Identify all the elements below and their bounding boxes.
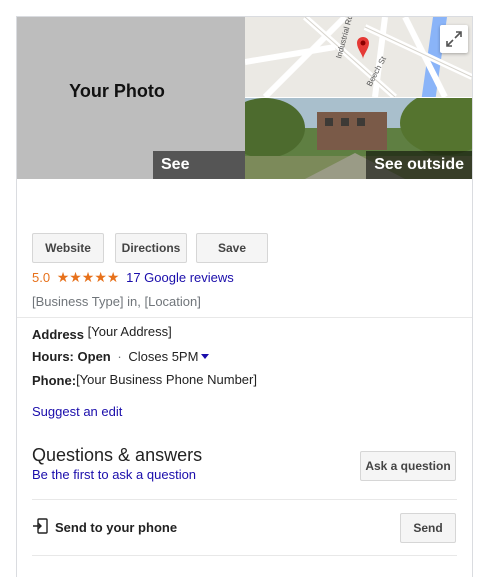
street-view-thumbnail[interactable]: See outside [245,98,472,179]
rating-score: 5.0 [32,270,51,285]
phone-value: [Your Business Phone Number] [76,372,257,387]
photo-placeholder-label: Your Photo [69,81,165,101]
phone-row: Phone:[Your Business Phone Number] [32,372,257,388]
suggest-edit-link[interactable]: Suggest an edit [32,404,122,419]
address-row: Address [Your Address] [32,324,172,342]
qa-title: Questions & answers [32,445,203,465]
hours-status: Open [77,349,111,364]
knowledge-panel: Your Photo See photos Industrial Rd Beec… [16,16,473,577]
rating-stars-icon: ★★★★★ [56,269,120,285]
address-label: Address [32,327,85,342]
hours-label: Hours: [32,349,74,364]
see-outside-button[interactable]: See outside [366,151,472,179]
divider [32,499,457,500]
save-button[interactable]: Save [196,233,268,263]
business-type: [Business Type] in, [Location] [32,294,201,309]
ask-question-button[interactable]: Ask a question [360,451,456,481]
hours-separator: · [117,349,122,364]
website-button[interactable]: Website [32,233,104,263]
map-thumbnail[interactable]: Industrial Rd Beech St [245,17,472,97]
directions-button[interactable]: Directions [115,233,187,263]
expand-map-button[interactable] [440,25,468,53]
send-to-phone-icon [33,518,48,534]
see-photos-button[interactable]: See photos [153,151,245,201]
send-button[interactable]: Send [400,513,456,543]
address-value: [Your Address] [87,324,172,339]
divider [32,555,457,556]
reviews-link[interactable]: 17 Google reviews [126,270,234,285]
map-image: Industrial Rd Beech St [245,17,472,97]
business-photo[interactable]: Your Photo See photos [17,17,245,201]
ask-first-question-link[interactable]: Be the first to ask a question [32,467,196,482]
chevron-down-icon[interactable] [201,354,210,359]
hours-row: Hours: Open · Closes 5PM [32,349,210,364]
expand-icon [446,31,462,47]
phone-label: Phone: [32,373,77,388]
divider [17,317,472,318]
rating-row: 5.0 ★★★★★ 17 Google reviews [32,269,234,286]
send-to-phone-label: Send to your phone [55,520,178,535]
hours-close[interactable]: Closes 5PM [128,349,198,364]
